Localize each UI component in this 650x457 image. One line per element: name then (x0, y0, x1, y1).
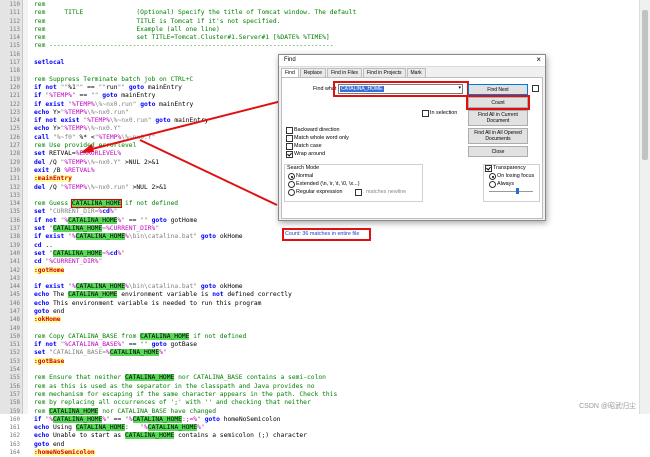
annotation-box-status (282, 228, 371, 241)
in-selection-label: In selection (430, 110, 458, 116)
close-icon[interactable]: × (536, 55, 541, 64)
always-label: Always (497, 181, 515, 187)
transparency-label: Transparency (493, 165, 526, 171)
code-line: 160 if "%CATALINA_HOME%" == "%CATALINA_HO… (0, 415, 640, 424)
find-next-button[interactable]: Find Next (468, 84, 528, 95)
code-text: echo Using CATALINA_HOME: "%CATALINA_HOM… (34, 424, 205, 432)
code-text: goto end (34, 440, 65, 448)
line-number: 161 (9, 425, 20, 432)
annotation-box-count (466, 95, 530, 110)
code-text: if "%CATALINA_HOME%" == "%CATALINA_HOME:… (34, 415, 281, 423)
line-number: 160 (9, 416, 20, 423)
code-line: 164 :homeNoSemicolon (0, 449, 640, 457)
transparency-slider-track[interactable] (489, 191, 533, 192)
always-radio[interactable] (489, 181, 496, 188)
watermark: CSDN @昭武归尘 (579, 403, 636, 410)
line-number: 163 (9, 441, 20, 448)
arrow-line-bottom (139, 139, 278, 206)
find-next-option-checkbox[interactable] (532, 85, 539, 92)
find-all-current-button[interactable]: Find All in Current Document (468, 110, 528, 126)
code-text: :homeNoSemicolon (34, 449, 95, 457)
on-losing-focus-label: On losing focus (497, 173, 535, 179)
in-selection-checkbox[interactable] (422, 110, 429, 117)
on-losing-focus-radio[interactable] (489, 173, 496, 180)
find-all-opened-button[interactable]: Find All in All Opened Documents (468, 128, 528, 144)
line-number: 162 (9, 433, 20, 440)
arrow-head-top (80, 144, 94, 153)
transparency-slider-handle[interactable] (516, 188, 519, 194)
code-line: 162 echo Unable to start as CATALINA_HOME… (0, 432, 640, 440)
code-line: 161 echo Using CATALINA_HOME: "%CATALINA_… (0, 424, 640, 432)
code-line: 163 goto end (0, 441, 640, 449)
code-text: echo Unable to start as CATALINA_HOME co… (34, 432, 307, 440)
transparency-checkbox[interactable] (485, 165, 492, 172)
close-button[interactable]: Close (468, 146, 528, 157)
line-number: 164 (9, 450, 20, 457)
